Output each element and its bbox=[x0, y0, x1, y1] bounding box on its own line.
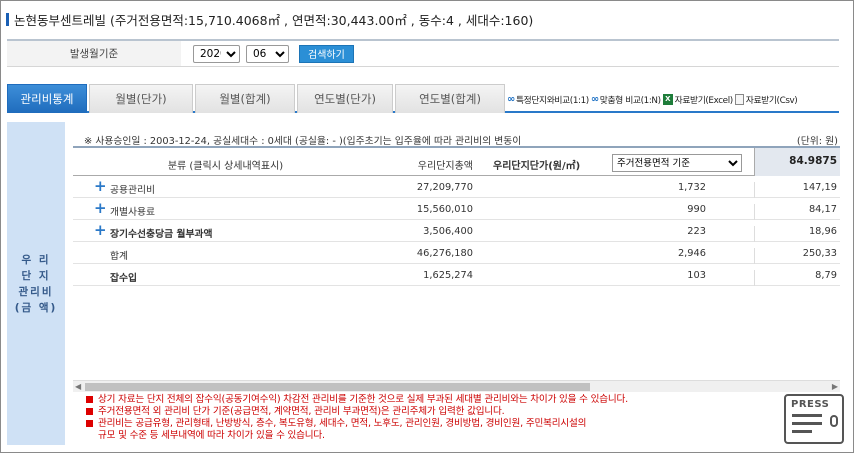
table-header: 분류 (클릭시 상세내역표시) 우리단지총액 우리단지단가(원/㎡) 주거전용면… bbox=[73, 146, 840, 176]
complex-title: 논현동부센트레빌 (주거전용면적:15,710.4068㎡ , 연면적:30,4… bbox=[14, 12, 534, 28]
month-select[interactable]: 06 bbox=[246, 44, 289, 63]
row-total: 46,276,180 bbox=[416, 248, 473, 259]
title-bar-marker bbox=[6, 12, 9, 26]
horizontal-scrollbar[interactable]: ◀ ▶ bbox=[73, 380, 840, 392]
note-item: 주거전용면적 외 관리비 단가 기준(공급면적, 계약면적, 관리비 부과면적)… bbox=[84, 406, 784, 418]
tab-monthly-unit[interactable]: 월별(단가) bbox=[89, 84, 193, 113]
row-name[interactable]: 공용관리비 bbox=[110, 182, 155, 196]
expand-icon[interactable]: + bbox=[94, 222, 107, 238]
expand-icon[interactable]: + bbox=[94, 178, 107, 194]
row-area: 147,19 bbox=[754, 182, 837, 198]
table-row[interactable]: + 공용관리비 27,209,770 1,732 147,19 bbox=[73, 177, 840, 198]
link-icon: ∞ bbox=[507, 93, 515, 105]
microphone-icon bbox=[830, 415, 838, 427]
table-row: 합계 46,276,180 2,946 250,33 bbox=[73, 243, 840, 264]
row-unit: 1,732 bbox=[677, 182, 706, 193]
row-area: 8,79 bbox=[754, 270, 837, 286]
tab-stats[interactable]: 관리비통계 bbox=[7, 84, 87, 113]
row-area: 84,17 bbox=[754, 204, 837, 220]
table-row: 잡수입 1,625,274 103 8,79 bbox=[73, 265, 840, 286]
row-total: 27,209,770 bbox=[416, 182, 473, 193]
link-icon: ∞ bbox=[590, 93, 599, 105]
bullet-icon bbox=[86, 396, 93, 403]
unit-label: (단위: 원) bbox=[796, 136, 838, 147]
scroll-left-icon[interactable]: ◀ bbox=[75, 382, 81, 391]
row-unit: 2,946 bbox=[677, 248, 706, 259]
row-unit: 103 bbox=[687, 270, 706, 281]
note-item: 상기 자료는 단지 전체의 잡수익(공동기여수익) 차감전 관리비를 기준한 것… bbox=[84, 394, 784, 406]
download-excel-link[interactable]: X 자료받기(Excel) bbox=[662, 93, 733, 106]
tab-yearly-total[interactable]: 연도별(합계) bbox=[395, 84, 505, 113]
filter-label: 발생월기준 bbox=[7, 41, 181, 66]
row-total: 1,625,274 bbox=[423, 270, 473, 281]
tab-monthly-total[interactable]: 월별(합계) bbox=[195, 84, 295, 113]
bullet-icon bbox=[86, 408, 93, 415]
tool-links: ∞ 특정단지와비교(1:1) ∞ 맞춤형 비교(1:N) X 자료받기(Excel) … bbox=[507, 85, 799, 113]
press-line bbox=[792, 414, 822, 417]
compare-custom-link[interactable]: ∞ 맞춤형 비교(1:N) bbox=[591, 93, 661, 106]
approval-note: ※ 사용승인일 : 2003-12-24, 공실세대수 : 0세대 (공실율: … bbox=[84, 136, 522, 147]
press-icon[interactable]: PRESS bbox=[784, 394, 844, 444]
download-csv-link[interactable]: 자료받기(Csv) bbox=[734, 93, 798, 106]
header-unit-price: 우리단지단가(원/㎡) bbox=[493, 161, 581, 172]
header-category: 분류 (클릭시 상세내역표시) bbox=[167, 161, 284, 172]
note-item: 관리비는 공급유형, 관리형태, 난방방식, 층수, 복도유형, 세대수, 면적… bbox=[84, 418, 784, 430]
press-label: PRESS bbox=[791, 399, 830, 410]
header-area: 84.9875 bbox=[754, 148, 840, 176]
page-title: 논현동부센트레빌 (주거전용면적:15,710.4068㎡ , 연면적:30,4… bbox=[6, 9, 533, 29]
stats-table-area: ※ 사용승인일 : 2003-12-24, 공실세대수 : 0세대 (공실율: … bbox=[73, 122, 840, 390]
row-total: 3,506,400 bbox=[423, 226, 473, 237]
row-name: 합계 bbox=[110, 251, 129, 262]
bullet-icon bbox=[86, 420, 93, 427]
compare-specific-link[interactable]: ∞ 특정단지와비교(1:1) bbox=[507, 93, 589, 106]
press-line bbox=[792, 430, 812, 433]
row-area: 250,33 bbox=[754, 248, 837, 264]
table-row[interactable]: + 개별사용료 15,560,010 990 84,17 bbox=[73, 199, 840, 220]
press-line bbox=[792, 422, 822, 425]
scroll-right-icon[interactable]: ▶ bbox=[832, 382, 838, 391]
row-name: 잡수입 bbox=[110, 273, 138, 284]
row-total: 15,560,010 bbox=[416, 204, 473, 215]
document-icon bbox=[734, 93, 744, 105]
row-unit: 990 bbox=[687, 204, 706, 215]
area-basis-select[interactable]: 주거전용면적 기준 bbox=[612, 154, 742, 172]
search-button[interactable]: 검색하기 bbox=[299, 44, 354, 63]
row-area: 18,96 bbox=[754, 226, 837, 242]
scrollbar-thumb[interactable] bbox=[85, 383, 590, 391]
note-continuation: 규모 및 수준 등 세부내역에 따라 차이가 있을 수 있습니다. bbox=[98, 430, 325, 441]
side-label-panel: 우 리 단 지 관리비 (금 액) bbox=[7, 122, 65, 445]
year-select[interactable]: 2020 bbox=[193, 44, 240, 63]
excel-icon: X bbox=[662, 93, 673, 105]
tab-yearly-unit[interactable]: 연도별(단가) bbox=[297, 84, 393, 113]
header-total: 우리단지총액 bbox=[417, 161, 473, 172]
row-name[interactable]: 장기수선충당금 월부과액 bbox=[110, 226, 213, 240]
notes-section: 상기 자료는 단지 전체의 잡수익(공동기여수익) 차감전 관리비를 기준한 것… bbox=[84, 394, 784, 442]
row-name[interactable]: 개별사용료 bbox=[110, 204, 155, 218]
expand-icon[interactable]: + bbox=[94, 200, 107, 216]
side-label: 우 리 단 지 관리비 (금 액) bbox=[14, 253, 58, 314]
table-row[interactable]: + 장기수선충당금 월부과액 3,506,400 223 18,96 bbox=[73, 221, 840, 242]
filter-bar: 발생월기준 2020 06 검색하기 bbox=[7, 39, 839, 67]
row-unit: 223 bbox=[687, 226, 706, 237]
